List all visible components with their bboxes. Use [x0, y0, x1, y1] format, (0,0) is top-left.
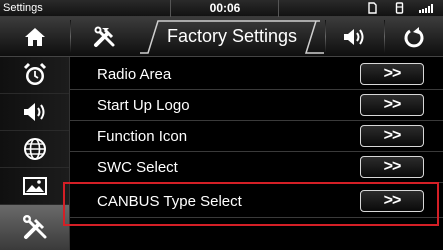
sidebar-item-clock[interactable]	[0, 57, 69, 94]
list-item[interactable]: Radio Area >>	[70, 59, 443, 90]
globe-icon	[23, 138, 46, 160]
row-label: Radio Area	[97, 66, 172, 83]
status-divider	[170, 0, 171, 17]
back-button[interactable]	[384, 17, 443, 56]
document-icon	[368, 2, 377, 14]
list-item[interactable]: Function Icon >>	[70, 121, 443, 152]
sidebar-item-language[interactable]	[0, 131, 69, 168]
status-time: 00:06	[209, 1, 241, 15]
tools-icon	[22, 214, 46, 239]
status-divider	[278, 0, 279, 17]
status-title: Settings	[3, 2, 43, 14]
refresh-icon	[404, 26, 423, 47]
picture-icon	[22, 177, 47, 195]
open-radio-area-button[interactable]: >>	[360, 63, 424, 85]
usb-icon	[395, 2, 404, 14]
open-function-icon-button[interactable]: >>	[360, 125, 424, 147]
volume-icon	[344, 28, 364, 45]
home-button[interactable]	[0, 17, 70, 56]
list-item[interactable]: Start Up Logo >>	[70, 90, 443, 121]
list-item[interactable]: SWC Select >>	[70, 152, 443, 183]
alarm-clock-icon	[23, 62, 46, 85]
open-start-up-logo-button[interactable]: >>	[360, 94, 424, 116]
sidebar-item-display[interactable]	[0, 168, 69, 205]
home-icon	[25, 27, 45, 46]
row-label: Start Up Logo	[97, 97, 190, 114]
row-label: Function Icon	[97, 128, 188, 145]
volume-button[interactable]	[325, 17, 383, 56]
signal-icon	[419, 4, 433, 13]
open-swc-select-button[interactable]: >>	[360, 156, 424, 178]
sidebar	[0, 57, 70, 250]
highlight-annotation	[63, 182, 439, 226]
page-title-tab: Factory Settings	[140, 17, 324, 56]
page-title: Factory Settings	[166, 26, 298, 46]
speaker-icon	[23, 103, 44, 121]
top-nav-bar: Factory Settings	[0, 17, 443, 57]
tools-button[interactable]	[70, 17, 140, 56]
row-label: SWC Select	[97, 159, 178, 176]
status-bar: Settings 00:06	[0, 0, 443, 17]
sidebar-item-factory[interactable]	[0, 205, 69, 250]
tools-icon	[94, 26, 115, 47]
sidebar-item-sound[interactable]	[0, 94, 69, 131]
